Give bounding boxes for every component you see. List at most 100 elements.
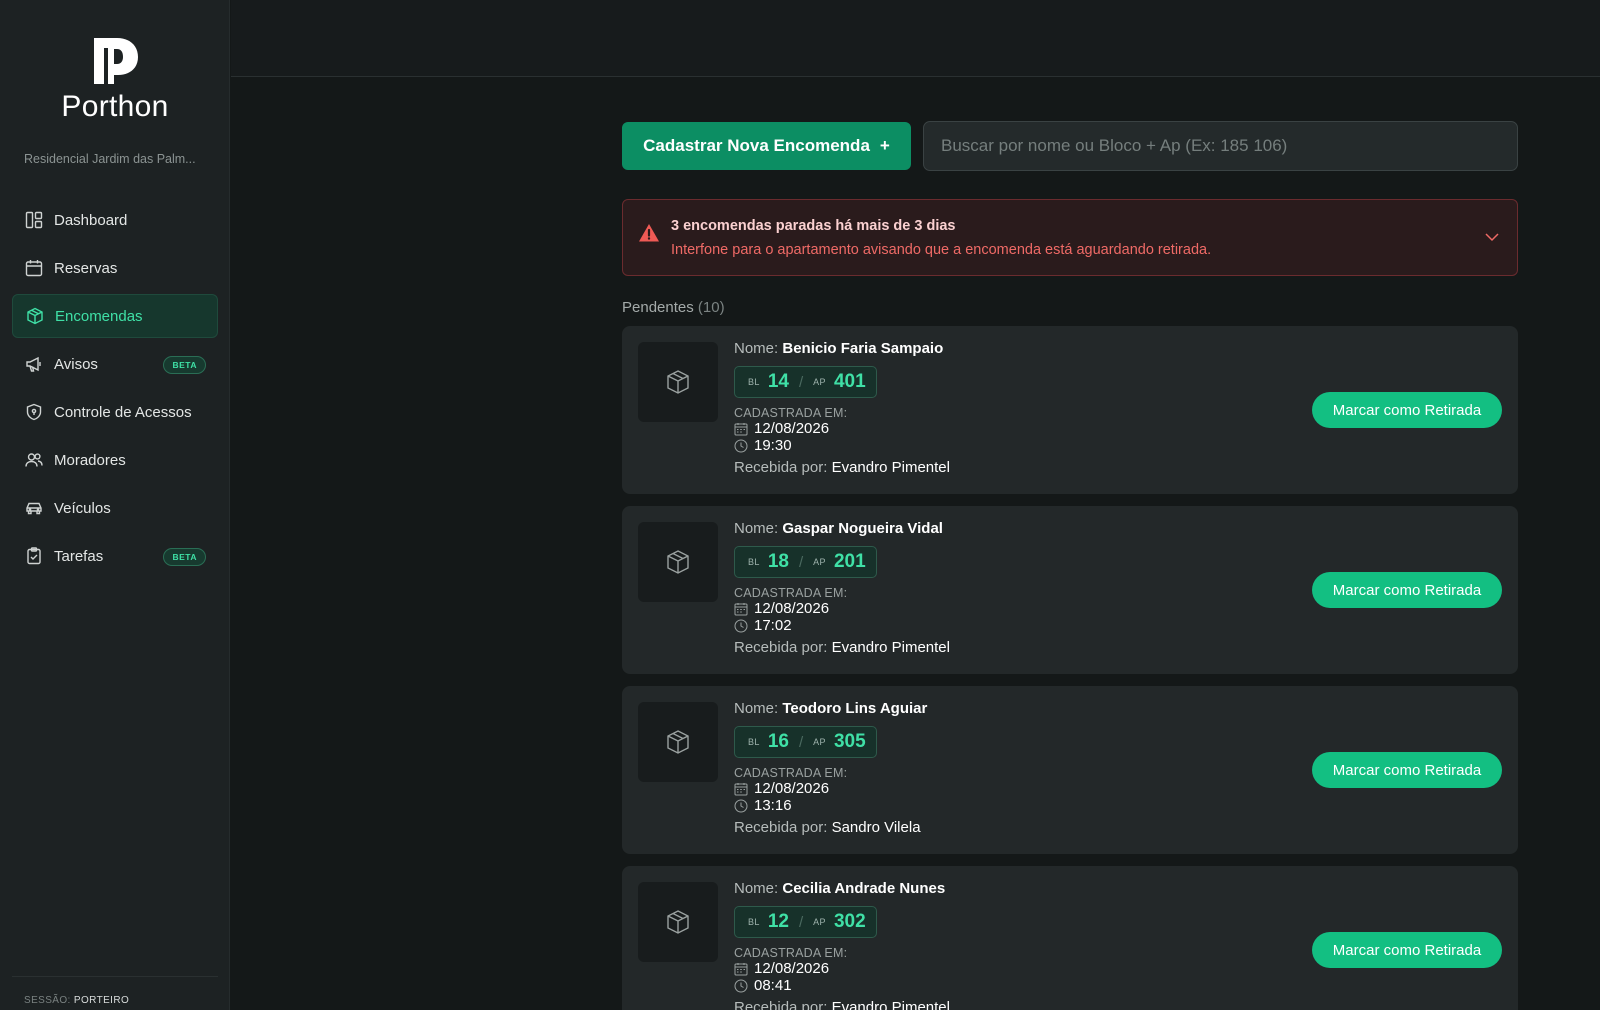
apartment-label: AP [813, 737, 826, 747]
recipient-name: Teodoro Lins Aguiar [782, 700, 928, 717]
clock-icon [734, 619, 748, 632]
package-info: Nome: Cecilia Andrade Nunes BL 12 / AP 302 C… [734, 880, 950, 1010]
action-row: Cadastrar Nova Encomenda + [622, 121, 1518, 171]
registered-label: CADASTRADA EM: [734, 766, 848, 780]
calendar-icon [25, 260, 43, 277]
name-label: Nome: [734, 520, 779, 537]
received-by-line: Recebida por: Evandro Pimentel [734, 999, 950, 1010]
clock-icon [734, 439, 748, 452]
search-input[interactable] [923, 121, 1518, 171]
apartment-number: 302 [833, 911, 866, 932]
brand-logo[interactable]: Porthon [0, 34, 230, 124]
registered-time: 17:02 [734, 617, 950, 634]
registered-date: 12/08/2026 [734, 960, 950, 977]
calendar-icon [734, 422, 748, 435]
overdue-alert[interactable]: 3 encomendas paradas há mais de 3 dias I… [622, 199, 1518, 276]
registered-label: CADASTRADA EM: [734, 586, 848, 600]
date-value: 12/08/2026 [754, 420, 830, 437]
unit-separator: / [798, 913, 804, 931]
mark-picked-up-button[interactable]: Marcar como Retirada [1312, 392, 1502, 428]
block-number: 16 [767, 731, 789, 752]
clipboard-icon [27, 547, 41, 565]
mark-picked-up-button[interactable]: Marcar como Retirada [1312, 572, 1502, 608]
mark-picked-up-button[interactable]: Marcar como Retirada [1312, 932, 1502, 968]
sidebar-item-moradores[interactable]: Moradores [12, 438, 218, 482]
mark-picked-up-button[interactable]: Marcar como Retirada [1312, 752, 1502, 788]
package-thumbnail [638, 522, 718, 602]
condo-name: Residencial Jardim das Palm... [24, 152, 196, 166]
shield-icon [26, 403, 42, 421]
warning-icon [639, 224, 659, 242]
received-label: Recebida por: [734, 819, 828, 836]
registered-time: 08:41 [734, 977, 950, 994]
new-package-button[interactable]: Cadastrar Nova Encomenda + [622, 122, 911, 170]
package-info: Nome: Gaspar Nogueira Vidal BL 18 / AP 201 C… [734, 520, 950, 656]
package-thumbnail [638, 342, 718, 422]
name-label: Nome: [734, 340, 779, 357]
session-label: SESSÃO: [24, 995, 71, 1006]
apartment-label: AP [813, 557, 826, 567]
package-thumbnail [638, 882, 718, 962]
chevron-down-icon[interactable] [1483, 228, 1501, 246]
unit-badge: BL 14 / AP 401 [734, 366, 877, 398]
pending-title: Pendentes [622, 299, 694, 316]
date-value: 12/08/2026 [754, 780, 830, 797]
package-info: Nome: Teodoro Lins Aguiar BL 16 / AP 305 CAD… [734, 700, 927, 836]
recipient-name: Benicio Faria Sampaio [782, 340, 944, 357]
megaphone-icon [26, 356, 41, 372]
received-by-line: Recebida por: Evandro Pimentel [734, 459, 950, 476]
sidebar-item-avisos[interactable]: Avisos BETA [12, 342, 218, 386]
recipient-line: Nome: Benicio Faria Sampaio [734, 340, 950, 360]
block-label: BL [748, 917, 760, 927]
beta-badge: BETA [163, 356, 206, 374]
session-role: PORTEIRO [73, 995, 130, 1006]
time-value: 13:16 [754, 797, 792, 814]
alert-text: Interfone para o apartamento avisando qu… [671, 242, 1212, 258]
received-by-line: Recebida por: Evandro Pimentel [734, 639, 950, 656]
unit-separator: / [798, 733, 804, 751]
unit-badge: BL 18 / AP 201 [734, 546, 877, 578]
sidebar-item-label: Encomendas [55, 307, 143, 325]
sidebar-item-dashboard[interactable]: Dashboard [12, 198, 218, 242]
apartment-label: AP [813, 377, 826, 387]
received-label: Recebida por: [734, 999, 828, 1010]
package-thumbnail [638, 702, 718, 782]
sidebar-item-encomendas[interactable]: Encomendas [12, 294, 218, 338]
sidebar-item-label: Controle de Acessos [54, 403, 192, 421]
box-icon [667, 730, 689, 754]
main-content: Cadastrar Nova Encomenda + 3 encomendas … [622, 121, 1518, 1010]
new-package-label: Cadastrar Nova Encomenda [643, 136, 870, 155]
sidebar-item-reservas[interactable]: Reservas [12, 246, 218, 290]
sidebar-nav: Dashboard Reservas Encomendas Avisos BET… [12, 198, 218, 582]
porthon-logo-icon [94, 38, 138, 84]
block-label: BL [748, 737, 760, 747]
unit-badge: BL 16 / AP 305 [734, 726, 877, 758]
package-card: Nome: Teodoro Lins Aguiar BL 16 / AP 305 CAD… [622, 686, 1518, 854]
box-icon [667, 550, 689, 574]
sidebar-item-label: Dashboard [54, 211, 128, 229]
sidebar-item-veiculos[interactable]: Veículos [12, 486, 218, 530]
registered-date: 12/08/2026 [734, 780, 927, 797]
unit-separator: / [798, 553, 804, 571]
recipient-name: Cecilia Andrade Nunes [782, 880, 946, 897]
block-number: 14 [767, 371, 789, 392]
time-value: 17:02 [754, 617, 792, 634]
calendar-icon [734, 782, 748, 795]
sidebar-item-label: Avisos [54, 355, 98, 373]
car-icon [26, 502, 42, 515]
users-icon [25, 453, 43, 467]
sidebar-item-controle-acessos[interactable]: Controle de Acessos [12, 390, 218, 434]
clock-icon [734, 799, 748, 812]
unit-badge: BL 12 / AP 302 [734, 906, 877, 938]
package-info: Nome: Benicio Faria Sampaio BL 14 / AP 401 C… [734, 340, 950, 476]
sidebar-item-tarefas[interactable]: Tarefas BETA [12, 534, 218, 578]
top-header [231, 0, 1600, 77]
brand-name: Porthon [61, 90, 169, 123]
received-by-name: Sandro Vilela [831, 819, 921, 836]
box-icon [667, 370, 689, 394]
box-icon [667, 910, 689, 934]
registered-date: 12/08/2026 [734, 420, 950, 437]
date-value: 12/08/2026 [754, 960, 830, 977]
received-by-line: Recebida por: Sandro Vilela [734, 819, 927, 836]
registered-time: 13:16 [734, 797, 927, 814]
